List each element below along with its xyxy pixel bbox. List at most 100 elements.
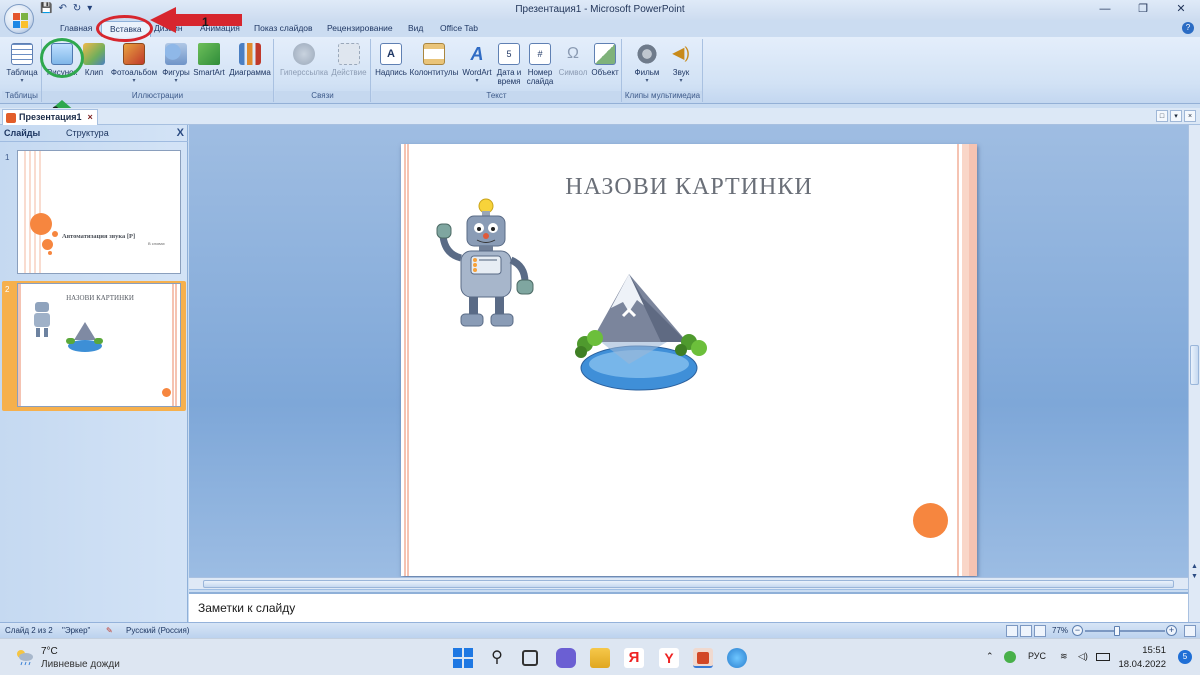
spellcheck-icon[interactable]: ✎ (106, 626, 113, 635)
movie-button[interactable]: Фильм ▾ (629, 41, 665, 84)
clock-time[interactable]: 15:51 (1142, 645, 1166, 656)
start-menu-icon[interactable] (453, 648, 473, 668)
tab-review[interactable]: Рецензирование (327, 23, 393, 33)
slide-thumbnail-2[interactable]: НАЗОВИ КАРТИНКИ (17, 283, 181, 407)
clip-button[interactable]: Клип (80, 41, 108, 77)
symbol-button[interactable]: Ω Символ (557, 41, 589, 77)
slide-number-button[interactable]: # Номер слайда (525, 41, 555, 86)
current-slide[interactable]: НАЗОВИ КАРТИНКИ (401, 144, 977, 576)
robot-thumb-icon (30, 302, 54, 338)
battery-icon[interactable] (1096, 653, 1110, 661)
file-explorer-icon[interactable] (590, 648, 610, 668)
help-icon[interactable]: ? (1182, 22, 1194, 34)
weather-rain-icon[interactable] (14, 648, 34, 666)
vertical-scrollbar[interactable]: ▲ ▼ (1188, 125, 1200, 622)
robot-picture[interactable] (435, 196, 539, 330)
vertical-scroll-thumb[interactable] (1190, 345, 1199, 385)
mountain-lake-picture[interactable] (571, 272, 711, 392)
tab-outline[interactable]: Структура (66, 128, 109, 138)
omega-icon: Ω (567, 45, 579, 62)
header-footer-button[interactable]: Колонтитулы (409, 41, 459, 77)
document-tab[interactable]: Презентация1 × (2, 109, 98, 125)
clipart-icon (83, 43, 105, 65)
doc-menu-icon[interactable]: ▾ (1170, 110, 1182, 122)
tab-slideshow[interactable]: Показ слайдов (254, 23, 313, 33)
minimize-button[interactable]: — (1086, 0, 1124, 20)
slides-panel: Слайды Структура X 1 Автоматизация звука… (0, 125, 188, 622)
wordart-button[interactable]: A WordArt ▾ (461, 41, 493, 84)
slideshow-view-button[interactable] (1034, 625, 1046, 637)
task-view-icon[interactable] (522, 650, 538, 666)
clock-date[interactable]: 18.04.2022 (1118, 659, 1166, 670)
orange-circle-decoration (913, 503, 948, 538)
close-window-button[interactable]: ✕ (1162, 0, 1200, 20)
thumb2-title: НАЗОВИ КАРТИНКИ (66, 294, 134, 302)
office-logo-icon (12, 12, 28, 28)
status-bar: Слайд 2 из 2 "Эркер" ✎ Русский (Россия) … (0, 622, 1200, 638)
fit-to-window-button[interactable] (1184, 625, 1196, 637)
smartart-button[interactable]: SmartArt (192, 41, 226, 77)
notes-placeholder: Заметки к слайду (198, 601, 296, 615)
tab-home[interactable]: Главная (60, 23, 92, 33)
weather-temperature: 7°C (41, 646, 58, 657)
zoom-in-button[interactable]: + (1166, 625, 1177, 636)
wifi-icon[interactable]: ≋ (1060, 651, 1068, 662)
teams-chat-icon[interactable] (556, 648, 576, 668)
tray-overflow-icon[interactable]: ⌃ (986, 651, 994, 662)
textbox-button[interactable]: A Надпись (375, 41, 407, 77)
date-time-button[interactable]: 5 Дата и время (495, 41, 523, 86)
thumb1-title: Автоматизация звука [Р] (62, 233, 136, 240)
globe-app-icon[interactable] (727, 648, 747, 668)
tab-view[interactable]: Вид (408, 23, 423, 33)
powerpoint-taskbar-icon[interactable] (693, 648, 713, 668)
zoom-slider[interactable] (1085, 630, 1165, 632)
photo-album-icon (123, 43, 145, 65)
yandex-icon[interactable]: Я (624, 648, 644, 668)
search-icon[interactable]: ⚲ (487, 648, 507, 668)
thumb1-subtitle: В словах (148, 241, 165, 246)
tab-office-tab[interactable]: Office Tab (440, 23, 478, 33)
scroll-page-buttons[interactable]: ▲ ▼ (1189, 562, 1200, 582)
textbox-icon: A (380, 43, 402, 65)
zoom-slider-knob[interactable] (1114, 626, 1120, 636)
volume-icon[interactable]: ◁) (1078, 651, 1088, 662)
language-indicator[interactable]: Русский (Россия) (126, 626, 189, 635)
office-button[interactable] (4, 4, 34, 34)
photo-album-button[interactable]: Фотоальбом ▾ (110, 41, 158, 84)
input-language[interactable]: РУС (1028, 651, 1046, 661)
horizontal-scrollbar[interactable] (189, 577, 1188, 589)
tray-app-icon[interactable] (1004, 651, 1016, 663)
doc-bar-controls: □ ▾ × (1156, 110, 1196, 122)
table-button[interactable]: Таблица ▾ (5, 41, 39, 84)
zoom-out-button[interactable]: − (1072, 625, 1083, 636)
object-button[interactable]: Объект (589, 41, 621, 77)
slide-thumbnail-1[interactable]: Автоматизация звука [Р] В словах (17, 150, 181, 274)
notes-pane[interactable]: Заметки к слайду (189, 592, 1188, 622)
slide-counter: Слайд 2 из 2 (5, 626, 53, 635)
shapes-button[interactable]: Фигуры ▾ (160, 41, 192, 84)
normal-view-button[interactable] (1006, 625, 1018, 637)
close-doc-tab-icon[interactable]: × (88, 112, 93, 122)
slide-sorter-button[interactable] (1020, 625, 1032, 637)
sound-button[interactable]: ◀) Звук ▾ (665, 41, 697, 84)
notification-badge[interactable]: 5 (1178, 650, 1192, 664)
panel-tabs: Слайды Структура X (0, 127, 188, 142)
new-doc-icon[interactable]: □ (1156, 110, 1168, 122)
close-doc-icon[interactable]: × (1184, 110, 1196, 122)
header-footer-icon (423, 43, 445, 65)
hyperlink-button[interactable]: Гиперссылка (279, 41, 329, 77)
yandex-browser-icon[interactable]: Y (659, 648, 679, 668)
orange-circle-large (30, 213, 52, 235)
chart-button[interactable]: Диаграмма (228, 41, 272, 77)
tab-slides[interactable]: Слайды (4, 128, 40, 138)
theme-name: "Эркер" (62, 626, 91, 635)
group-media: Фильм ▾ ◀) Звук ▾ Клипы мультимедиа (623, 39, 703, 102)
restore-button[interactable]: ❐ (1124, 0, 1162, 20)
action-button[interactable]: Действие (331, 41, 367, 77)
table-icon (11, 43, 33, 65)
zoom-level[interactable]: 77% (1052, 626, 1068, 635)
insert-tab-highlight-oval (96, 15, 153, 42)
mountain-lake-thumb-icon (66, 322, 104, 354)
globe-icon (293, 43, 315, 65)
close-panel-icon[interactable]: X (177, 127, 184, 139)
